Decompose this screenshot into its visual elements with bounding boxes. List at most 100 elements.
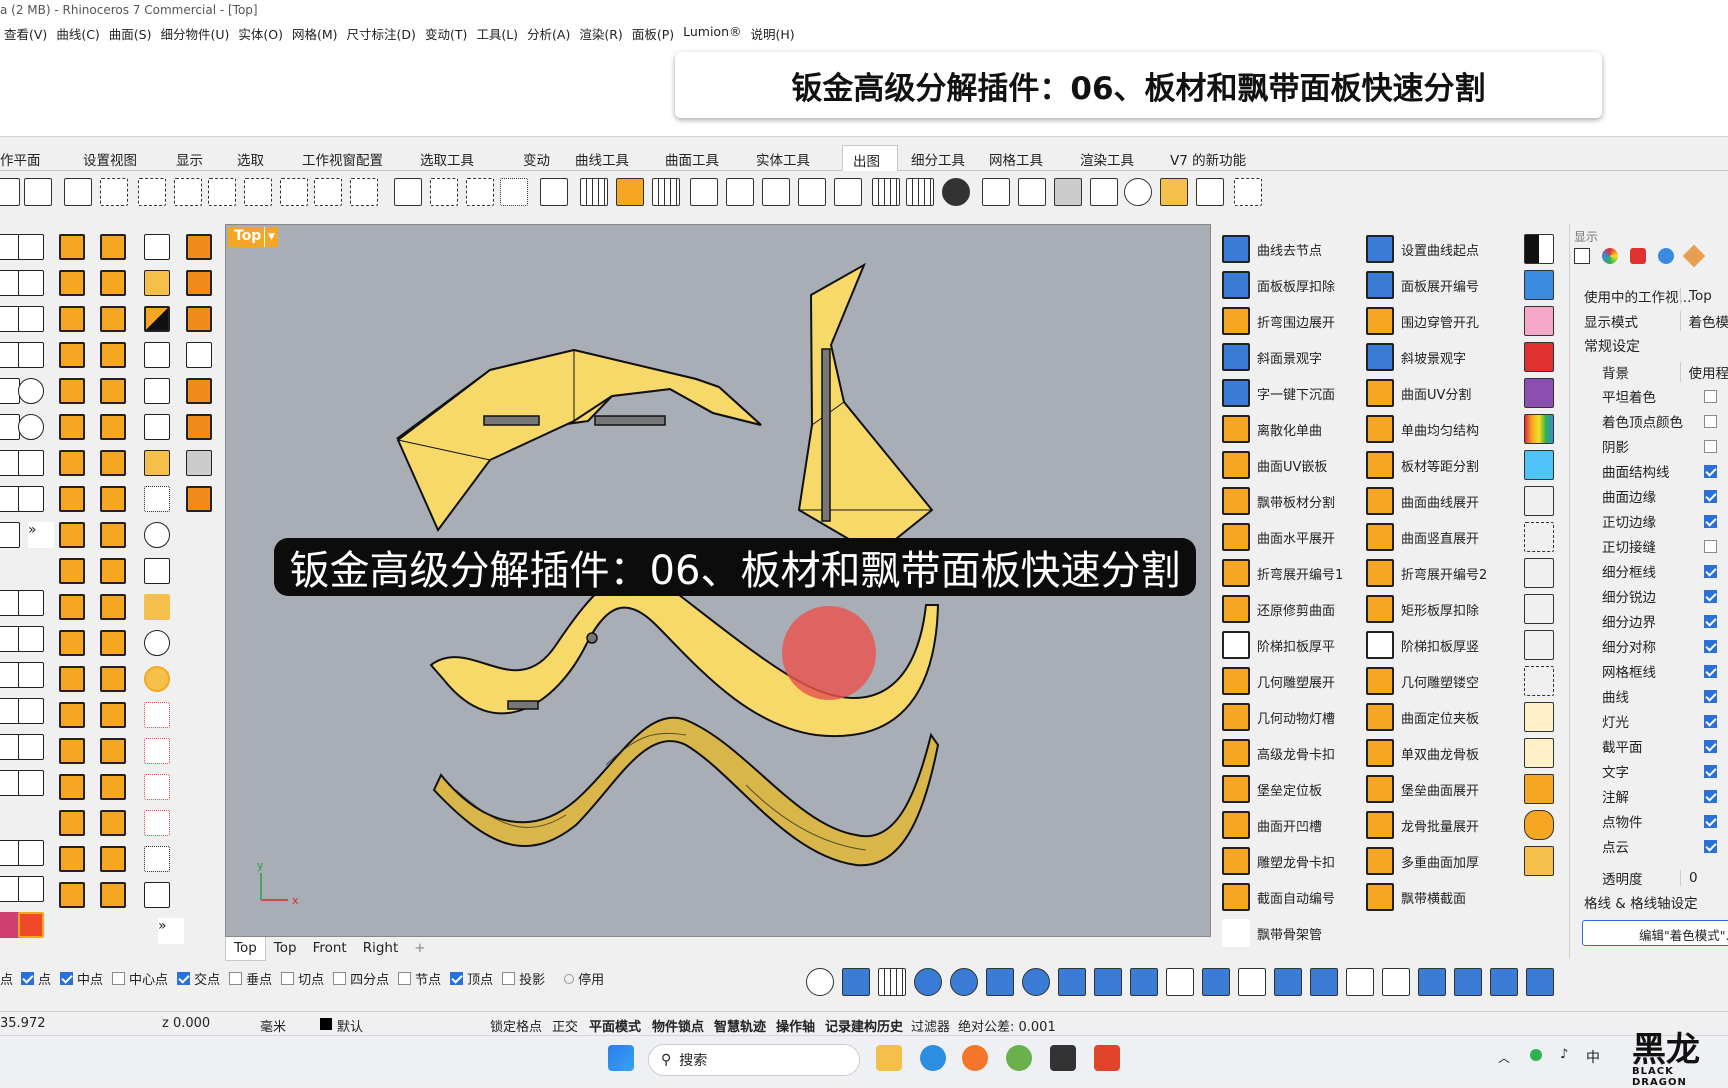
polygon-icon[interactable] (0, 450, 20, 476)
plugin-b7-icon[interactable] (100, 450, 126, 476)
plugin-b15-icon[interactable] (100, 738, 126, 764)
snap-toggle[interactable]: 切点 (281, 969, 324, 988)
hatch-boundary-icon[interactable] (652, 178, 680, 206)
bottom-tool-7-icon[interactable] (1022, 968, 1050, 996)
plugin-a11-icon[interactable] (59, 594, 85, 620)
bottom-tool-8-icon[interactable] (1058, 968, 1086, 996)
tab-mesh-tools[interactable]: 网格工具 (989, 145, 1080, 170)
heart-icon[interactable] (144, 558, 170, 584)
cmd-left-2[interactable]: 面板板厚扣除 (1222, 270, 1335, 300)
tab-cplane[interactable]: 作平面 (0, 145, 83, 170)
circle-target-icon[interactable] (18, 414, 44, 440)
scale-icon[interactable] (0, 626, 20, 652)
cmd-left-7[interactable]: 曲面UV嵌板 (1222, 450, 1327, 480)
spiral-icon[interactable] (144, 522, 170, 548)
array-grid-icon[interactable] (144, 846, 170, 872)
display-option-checkbox[interactable] (1704, 539, 1717, 553)
menu-render[interactable]: 渲染(R) (575, 22, 627, 44)
pink-swatch-icon[interactable] (1524, 306, 1554, 336)
orange-a-icon[interactable] (186, 234, 212, 260)
tray-app-icon[interactable] (1530, 1049, 1542, 1061)
snap-toggle[interactable]: 中点 (60, 969, 103, 988)
menu-subd[interactable]: 细分物件(U) (157, 22, 235, 44)
box-blue-icon[interactable] (1524, 450, 1554, 480)
status-layer[interactable]: 默认 (337, 1016, 363, 1035)
explode-icon[interactable] (18, 912, 44, 938)
curve-length-icon[interactable] (350, 178, 378, 206)
rotated-dimension-icon[interactable] (174, 178, 202, 206)
firefox-icon[interactable] (962, 1045, 988, 1071)
plugin-a4-icon[interactable] (59, 342, 85, 368)
bottom-tool-19-icon[interactable] (1454, 968, 1482, 996)
chain-icon[interactable] (144, 882, 170, 908)
cmd-left-20[interactable]: 飘带骨架管 (1222, 918, 1322, 948)
display-option-checkbox[interactable] (1704, 814, 1717, 828)
tab-set-view[interactable]: 设置视图 (83, 145, 176, 170)
snap-toggle[interactable]: 垂点 (229, 969, 272, 988)
tab-viewport-layout[interactable]: 工作视窗配置 (302, 145, 420, 170)
ordinate-dimension-icon[interactable] (208, 178, 236, 206)
bottom-tool-12-icon[interactable] (1202, 968, 1230, 996)
cmd-left-12[interactable]: 阶梯扣板厚平 (1222, 630, 1335, 660)
menu-surface[interactable]: 曲面(S) (105, 22, 157, 44)
bottom-tool-1-icon[interactable] (806, 968, 834, 996)
plugin-b16-icon[interactable] (100, 774, 126, 800)
plugin-a1-icon[interactable] (59, 234, 85, 260)
grid-dots-3-icon[interactable] (144, 774, 170, 800)
orange-b-icon[interactable] (186, 270, 212, 296)
cmd-right-16[interactable]: 堡垒曲面展开 (1366, 774, 1479, 804)
tab-select-tools[interactable]: 选取工具 (420, 145, 523, 170)
status-grid-snap[interactable]: 锁定格点 (490, 1016, 542, 1035)
snap-checkbox[interactable] (333, 971, 347, 985)
menu-dimension[interactable]: 尺寸标注(D) (343, 22, 421, 44)
texture-icon[interactable] (186, 450, 212, 476)
face-icon[interactable] (1524, 486, 1554, 516)
snap-checkbox[interactable] (21, 971, 35, 985)
menu-analyze[interactable]: 分析(A) (523, 22, 575, 44)
bottom-tool-6-icon[interactable] (986, 968, 1014, 996)
folder-icon[interactable] (1160, 178, 1188, 206)
bottom-tool-20-icon[interactable] (1490, 968, 1518, 996)
bottom-tool-5-icon[interactable] (950, 968, 978, 996)
plugin-b13-icon[interactable] (100, 666, 126, 692)
display-option-checkbox[interactable] (1704, 589, 1717, 603)
snap-toggle[interactable]: 投影 (502, 969, 545, 988)
windows-start-icon[interactable] (608, 1045, 634, 1071)
display-option-checkbox[interactable] (1704, 389, 1717, 403)
tab-display[interactable]: 显示 (176, 145, 237, 170)
wechat-icon[interactable] (1006, 1045, 1032, 1071)
viewport-tab-top-active[interactable]: Top (225, 937, 266, 961)
tab-solid-tools[interactable]: 实体工具 (756, 145, 842, 170)
cmd-left-17[interactable]: 曲面开凹槽 (1222, 810, 1322, 840)
bottom-tool-21-icon[interactable] (1526, 968, 1554, 996)
edge-icon[interactable] (920, 1045, 946, 1071)
cmd-right-2[interactable]: 面板展开编号 (1366, 270, 1479, 300)
cmd-right-5[interactable]: 曲面UV分割 (1366, 378, 1471, 408)
measure-icon[interactable] (18, 590, 44, 616)
fillet-icon[interactable] (18, 450, 44, 476)
sphere-icon[interactable] (0, 840, 20, 866)
viewport-tab-front[interactable]: Front (305, 937, 355, 961)
menu-curve[interactable]: 曲线(C) (52, 22, 104, 44)
menu-transform[interactable]: 变动(T) (421, 22, 472, 44)
cmd-left-11[interactable]: 还原修剪曲面 (1222, 594, 1335, 624)
color-wheel-icon[interactable] (1602, 248, 1618, 264)
cmd-right-12[interactable]: 阶梯扣板厚竖 (1366, 630, 1479, 660)
make-2d-icon[interactable] (690, 178, 718, 206)
pencil-icon[interactable] (18, 234, 44, 260)
display-option-checkbox[interactable] (1704, 489, 1717, 503)
align-icon[interactable] (1524, 594, 1554, 624)
boxes-icon[interactable] (1524, 846, 1554, 876)
snap-checkbox[interactable] (398, 971, 412, 985)
cmd-right-8[interactable]: 曲面曲线展开 (1366, 486, 1479, 516)
display-option-checkbox[interactable] (1704, 439, 1717, 453)
plugin-a9-icon[interactable] (59, 522, 85, 548)
plugin-a14-icon[interactable] (59, 702, 85, 728)
cmd-right-18[interactable]: 多重曲面加厚 (1366, 846, 1479, 876)
list-icon[interactable] (144, 378, 170, 404)
filter-icon[interactable] (144, 342, 170, 368)
tab-render-tools[interactable]: 渲染工具 (1080, 145, 1170, 170)
file-explorer-icon[interactable] (876, 1045, 902, 1071)
linear-dimension-icon[interactable] (100, 178, 128, 206)
cmd-right-7[interactable]: 板材等距分割 (1366, 450, 1479, 480)
